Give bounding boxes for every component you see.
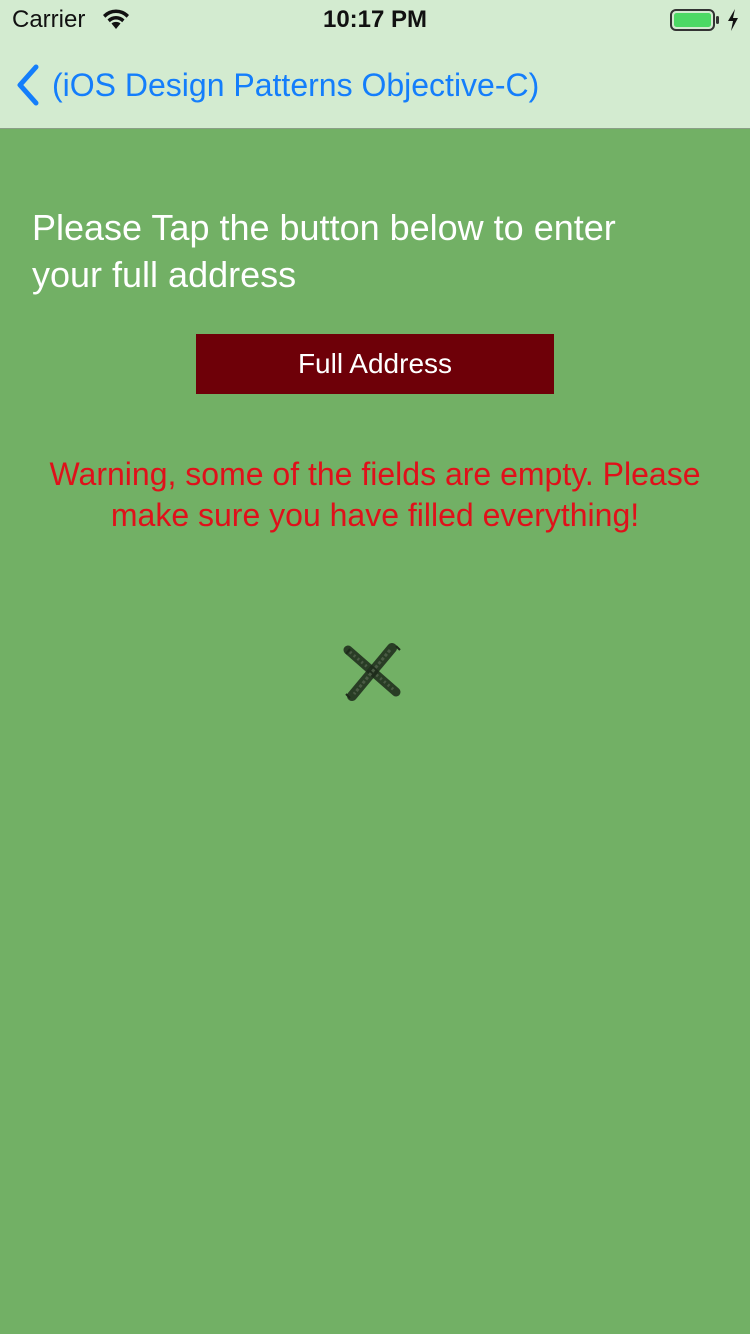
instruction-text: Please Tap the button below to enter you… (32, 207, 616, 295)
navigation-bar: (iOS Design Patterns Objective-C) (0, 40, 750, 129)
status-bar: Carrier 10:17 PM (0, 0, 750, 40)
back-button[interactable]: (iOS Design Patterns Objective-C) (14, 62, 539, 108)
battery-icon (670, 9, 719, 31)
chevron-left-icon (17, 64, 39, 106)
full-address-button[interactable]: Full Address (196, 334, 554, 394)
charging-bolt-icon (728, 9, 738, 31)
clock-time: 10:17 PM (322, 6, 428, 33)
warning-message: Warning, some of the fields are empty. P… (49, 456, 701, 533)
cross-mark-icon (343, 643, 401, 701)
back-button-label: (iOS Design Patterns Objective-C) (52, 66, 540, 103)
